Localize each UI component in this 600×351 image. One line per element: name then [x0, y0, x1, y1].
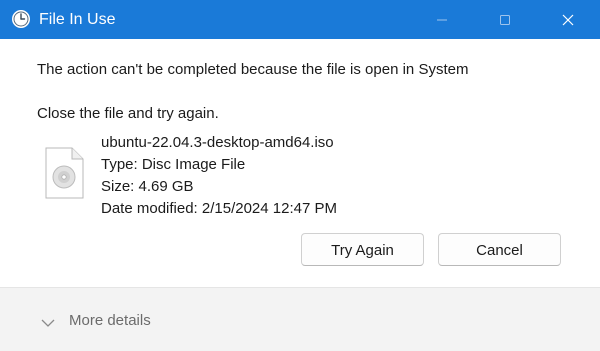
file-date-modified: Date modified: 2/15/2024 12:47 PM — [101, 200, 337, 217]
minimize-button[interactable] — [419, 0, 465, 39]
chevron-down-icon — [40, 316, 56, 334]
file-type: Type: Disc Image File — [101, 156, 246, 173]
cancel-button[interactable]: Cancel — [438, 233, 561, 266]
minimize-icon — [437, 19, 447, 21]
clock-icon — [11, 9, 31, 29]
maximize-icon — [500, 15, 510, 25]
file-in-use-dialog: File In Use The action can't be complete… — [0, 0, 600, 351]
title-bar[interactable]: File In Use — [0, 0, 600, 39]
maximize-button[interactable] — [482, 0, 528, 39]
dialog-body: The action can't be completed because th… — [0, 39, 600, 287]
close-icon — [562, 14, 574, 26]
dialog-footer: More details — [0, 287, 600, 351]
file-name: ubuntu-22.04.3-desktop-amd64.iso — [101, 134, 334, 151]
window-title: File In Use — [39, 11, 116, 28]
file-size: Size: 4.69 GB — [101, 178, 194, 195]
close-button[interactable] — [545, 0, 591, 39]
instruction-message: Close the file and try again. — [37, 105, 219, 122]
more-details-label: More details — [69, 312, 151, 329]
try-again-button[interactable]: Try Again — [301, 233, 424, 266]
error-message: The action can't be completed because th… — [37, 61, 469, 78]
disc-image-file-icon — [44, 147, 84, 199]
